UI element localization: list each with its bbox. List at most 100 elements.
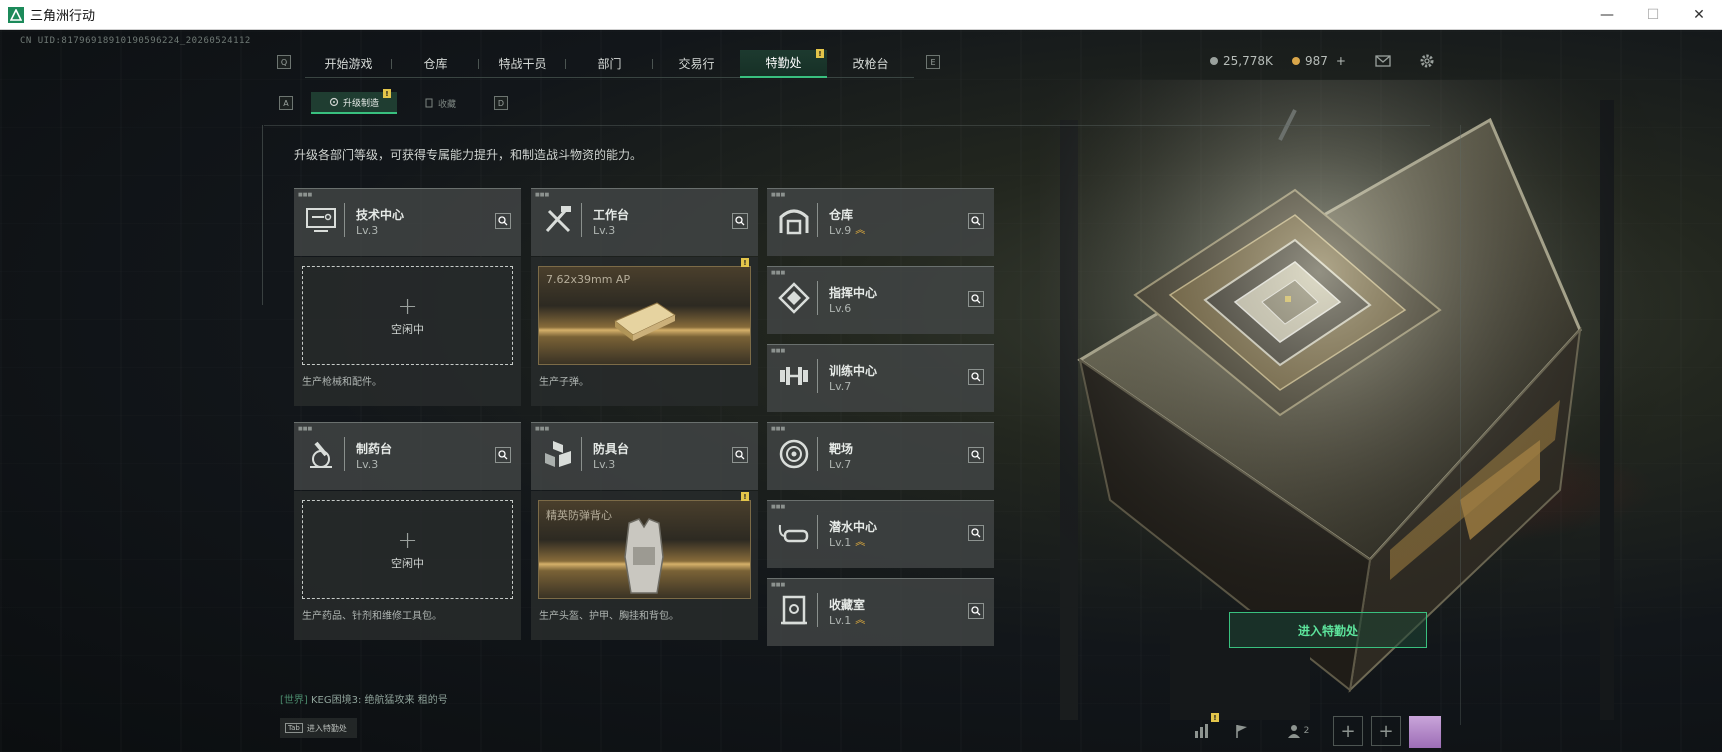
dept-card-diving-center[interactable]: ■■■ 潜水中心 Lv.1 ︽ (767, 500, 994, 568)
dept-level: Lv.7 (829, 380, 852, 393)
premium-balance: 987 + (1292, 54, 1346, 68)
tab-hint-label: 进入特勤处 (306, 723, 347, 733)
tab-key: Tab (285, 723, 303, 733)
dept-card-pharmacy[interactable]: ■■■ 制药台 Lv.3 (294, 422, 521, 490)
tab-warehouse[interactable]: 仓库 (392, 50, 479, 78)
production-item-slot[interactable]: 7.62x39mm AP (538, 266, 751, 365)
dept-card-armor-bench[interactable]: ■■■ 防具台 Lv.3 (531, 422, 758, 490)
tab-departments[interactable]: 部门 (566, 50, 653, 78)
minimize-button[interactable]: — (1584, 0, 1630, 30)
tech-production-panel: + 空闲中 生产枪械和配件。 (294, 257, 521, 406)
avatar[interactable] (1409, 716, 1441, 748)
premium-coin-icon (1292, 57, 1300, 65)
game-window: 三角洲行动 — ☐ ✕ CN UID:81796918910190596224_… (0, 0, 1722, 752)
chat-message: [世界] KEG困境3: 绝航猛攻来 租的号 (280, 691, 448, 706)
friends-count: 2 (1303, 726, 1310, 736)
nav-prev-key[interactable]: Q (277, 55, 291, 69)
tab-gunsmith[interactable]: 改枪台 (827, 50, 914, 78)
upgrade-arrow-icon: ︽ (855, 614, 865, 626)
subtab-collection[interactable]: 收藏 (397, 92, 483, 114)
idle-slot[interactable]: + 空闲中 (302, 500, 513, 599)
search-icon[interactable] (495, 213, 511, 229)
subnav-next-key[interactable]: D (494, 96, 508, 110)
production-item-name: 精英防弹背心 (546, 509, 612, 522)
add-icon: + (397, 291, 418, 320)
dept-level: Lv.1 ︽ (829, 614, 865, 627)
stats-badge: ! (1211, 713, 1219, 722)
search-icon[interactable] (495, 447, 511, 463)
title-bar: 三角洲行动 — ☐ ✕ (0, 0, 1722, 30)
tab-operators[interactable]: 特战干员 (479, 50, 566, 78)
tab-special-ops[interactable]: 特勤处 (740, 49, 827, 78)
production-desc: 生产头盔、护甲、胸挂和背包。 (539, 611, 679, 622)
tab-trading[interactable]: 交易行 (653, 50, 740, 78)
search-icon[interactable] (968, 369, 984, 385)
coin-icon (1210, 57, 1218, 65)
header-divider (264, 125, 1430, 126)
player-uid: CN UID:81796918910190596224_20260524112 (20, 36, 251, 46)
armor-bench-icon (545, 441, 571, 467)
craft-icon (329, 97, 339, 107)
dept-level: Lv.6 (829, 302, 852, 315)
pharmacy-icon (310, 441, 332, 468)
upgrade-craft-badge: ! (383, 89, 391, 98)
game-viewport: CN UID:81796918910190596224_20260524112 (0, 30, 1722, 752)
maximize-button[interactable]: ☐ (1630, 0, 1676, 30)
dept-level: Lv.3 (593, 224, 616, 237)
idle-status: 空闲中 (391, 322, 424, 336)
dept-level: Lv.3 (356, 458, 379, 471)
settings-gear-icon[interactable] (1417, 51, 1437, 71)
window-title: 三角洲行动 (30, 9, 96, 24)
search-icon[interactable] (968, 603, 984, 619)
enter-special-ops-button[interactable]: 进入特勤处 (1229, 612, 1427, 648)
page-description: 升级各部门等级，可获得专属能力提升，和制造战斗物资的能力。 (294, 148, 643, 162)
armor-vest-image (624, 518, 664, 594)
idle-slot[interactable]: + 空闲中 (302, 266, 513, 365)
search-icon[interactable] (968, 525, 984, 541)
armor-flag: ! (741, 492, 749, 501)
search-icon[interactable] (968, 291, 984, 307)
workbench-icon (545, 206, 571, 233)
flag-icon[interactable] (1227, 716, 1257, 746)
dept-card-workbench[interactable]: ■■■ 工作台 Lv.3 (531, 188, 758, 256)
search-icon[interactable] (968, 447, 984, 463)
subtab-collection-label: 收藏 (437, 99, 456, 110)
dept-card-shooting-range[interactable]: ■■■ 靶场 Lv.7 (767, 422, 994, 490)
subnav-prev-key[interactable]: A (279, 96, 293, 110)
dept-card-collection-room[interactable]: ■■■ 收藏室 Lv.1 ︽ (767, 578, 994, 646)
dept-level: Lv.3 (593, 458, 616, 471)
dept-name: 收藏室 (829, 598, 866, 612)
close-button[interactable]: ✕ (1676, 0, 1722, 30)
dept-card-training-center[interactable]: ■■■ 训练中心 Lv.7 (767, 344, 994, 412)
friends-button[interactable]: 2 (1280, 716, 1316, 746)
search-icon[interactable] (732, 447, 748, 463)
command-center-icon (778, 282, 810, 314)
add-currency-button[interactable]: + (1336, 54, 1346, 68)
dept-name: 工作台 (593, 208, 630, 222)
production-desc: 生产枪械和配件。 (302, 377, 382, 388)
app-logo-icon (8, 6, 24, 23)
search-icon[interactable] (968, 213, 984, 229)
dept-card-warehouse[interactable]: ■■■ 仓库 Lv.9 ︽ (767, 188, 994, 256)
diving-center-icon (778, 524, 809, 543)
add-teammate-slot-1[interactable]: + (1333, 716, 1363, 746)
training-center-icon (780, 367, 808, 385)
sub-nav: 升级制造 收藏 (311, 92, 483, 114)
production-item-slot[interactable]: 精英防弹背心 (538, 500, 751, 599)
tab-start-game[interactable]: 开始游戏 (305, 50, 392, 78)
premium-amount: 987 (1305, 54, 1328, 68)
mail-icon[interactable] (1373, 51, 1393, 71)
dept-level: Lv.9 ︽ (829, 224, 865, 237)
workbench-flag: ! (741, 258, 749, 267)
production-desc: 生产子弹。 (539, 377, 589, 388)
dept-card-tech-center[interactable]: ■■■ 技术中心 Lv.3 (294, 188, 521, 256)
tech-center-icon (306, 208, 336, 232)
nav-next-key[interactable]: E (926, 55, 940, 69)
dept-name: 仓库 (829, 208, 854, 222)
add-teammate-slot-2[interactable]: + (1371, 716, 1401, 746)
add-icon: + (397, 525, 418, 554)
production-item-name: 7.62x39mm AP (546, 273, 631, 286)
tab-shortcut-hint[interactable]: Tab 进入特勤处 (280, 718, 357, 738)
dept-card-command-center[interactable]: ■■■ 指挥中心 Lv.6 (767, 266, 994, 334)
search-icon[interactable] (732, 213, 748, 229)
